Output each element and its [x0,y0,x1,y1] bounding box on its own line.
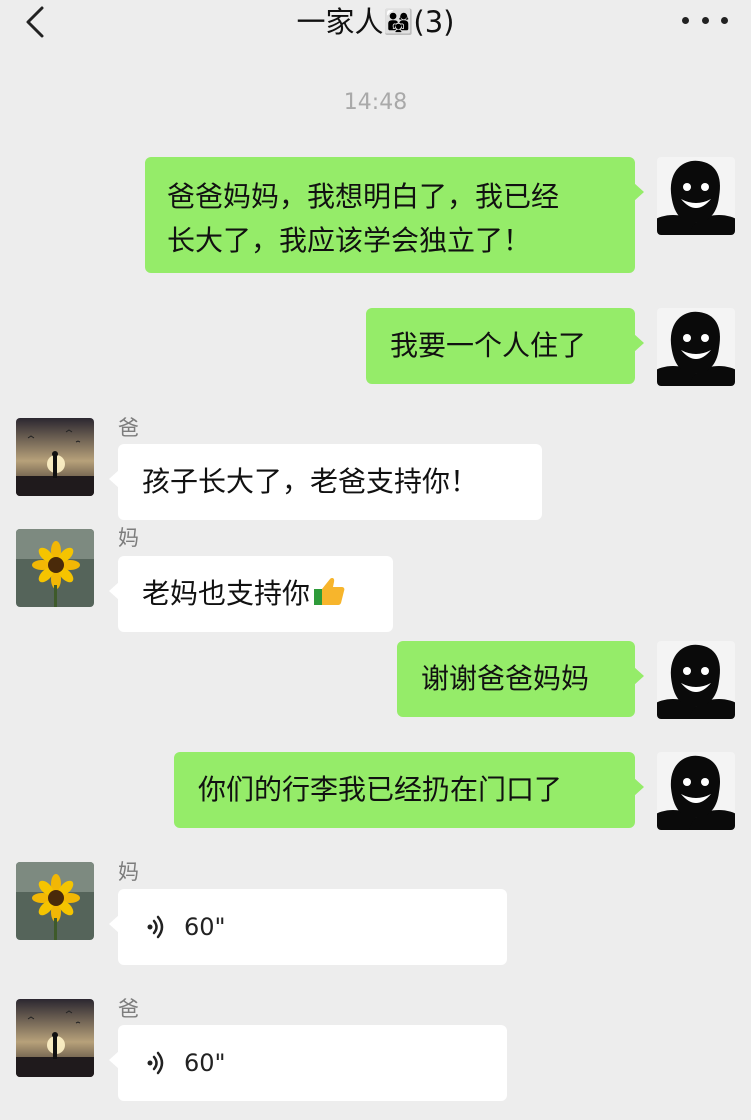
sender-name: 妈 [118,526,139,550]
chat-header: 一家人👨‍👩‍👧(3) [0,0,751,48]
avatar-me[interactable] [657,157,735,235]
voice-wave-icon [147,1051,164,1075]
avatar-me[interactable] [657,641,735,719]
sunflower-avatar-icon [16,862,94,940]
message-text: 我要一个人住了 [390,329,587,362]
back-button[interactable] [22,4,52,40]
more-dots-icon [682,16,689,24]
voice-message-bubble[interactable]: 60" [109,1025,507,1101]
voice-message-bubble[interactable]: 60" [109,889,507,965]
chevron-left-icon [26,6,44,38]
message-text: 孩子长大了，老爸支持你！ [142,465,479,498]
sunflower-avatar-icon [16,529,94,607]
message-bubble-incoming[interactable]: 孩子长大了，老爸支持你！ [109,444,542,520]
avatar-me[interactable] [657,308,735,386]
avatar-dad[interactable] [16,999,94,1077]
chat-title-text: 一家人 [296,5,384,39]
more-button[interactable] [682,6,728,34]
shadow-face-avatar-icon [657,308,735,386]
voice-duration: 60" [184,1049,226,1077]
message-bubble-outgoing[interactable]: 你们的行李我已经扔在门口了 [174,752,644,828]
message-bubble-outgoing[interactable]: 谢谢爸爸妈妈 [397,641,644,717]
message-bubble-outgoing[interactable]: 爸爸妈妈，我想明白了，我已经 长大了，我应该学会独立了！ [145,157,644,273]
voice-duration: 60" [184,913,226,941]
message-text: 谢谢爸爸妈妈 [421,662,590,695]
shadow-face-avatar-icon [657,157,735,235]
voice-wave-icon [147,915,164,939]
avatar-dad[interactable] [16,418,94,496]
message-bubble-outgoing[interactable]: 我要一个人住了 [366,308,644,384]
thumbs-up-icon [312,575,346,620]
sunset-silhouette-avatar-icon [16,418,94,496]
sender-name: 妈 [118,860,139,884]
message-text: 你们的行李我已经扔在门口了 [198,773,563,806]
message-text-line: 爸爸妈妈，我想明白了，我已经 [167,180,560,213]
family-emoji: 👨‍👩‍👧 [383,8,414,36]
sunset-silhouette-avatar-icon [16,999,94,1077]
avatar-mom[interactable] [16,529,94,607]
message-text-line: 长大了，我应该学会独立了！ [167,224,532,257]
shadow-face-avatar-icon [657,641,735,719]
avatar-mom[interactable] [16,862,94,940]
chat-title: 一家人👨‍👩‍👧(3) [0,4,751,40]
member-count: (3) [413,5,455,39]
sender-name: 爸 [118,416,139,440]
sender-name: 爸 [118,997,139,1021]
message-timestamp: 14:48 [343,90,408,115]
shadow-face-avatar-icon [657,752,735,830]
message-text: 老妈也支持你 [142,577,311,610]
message-bubble-incoming[interactable]: 老妈也支持你 [109,556,393,632]
avatar-me[interactable] [657,752,735,830]
